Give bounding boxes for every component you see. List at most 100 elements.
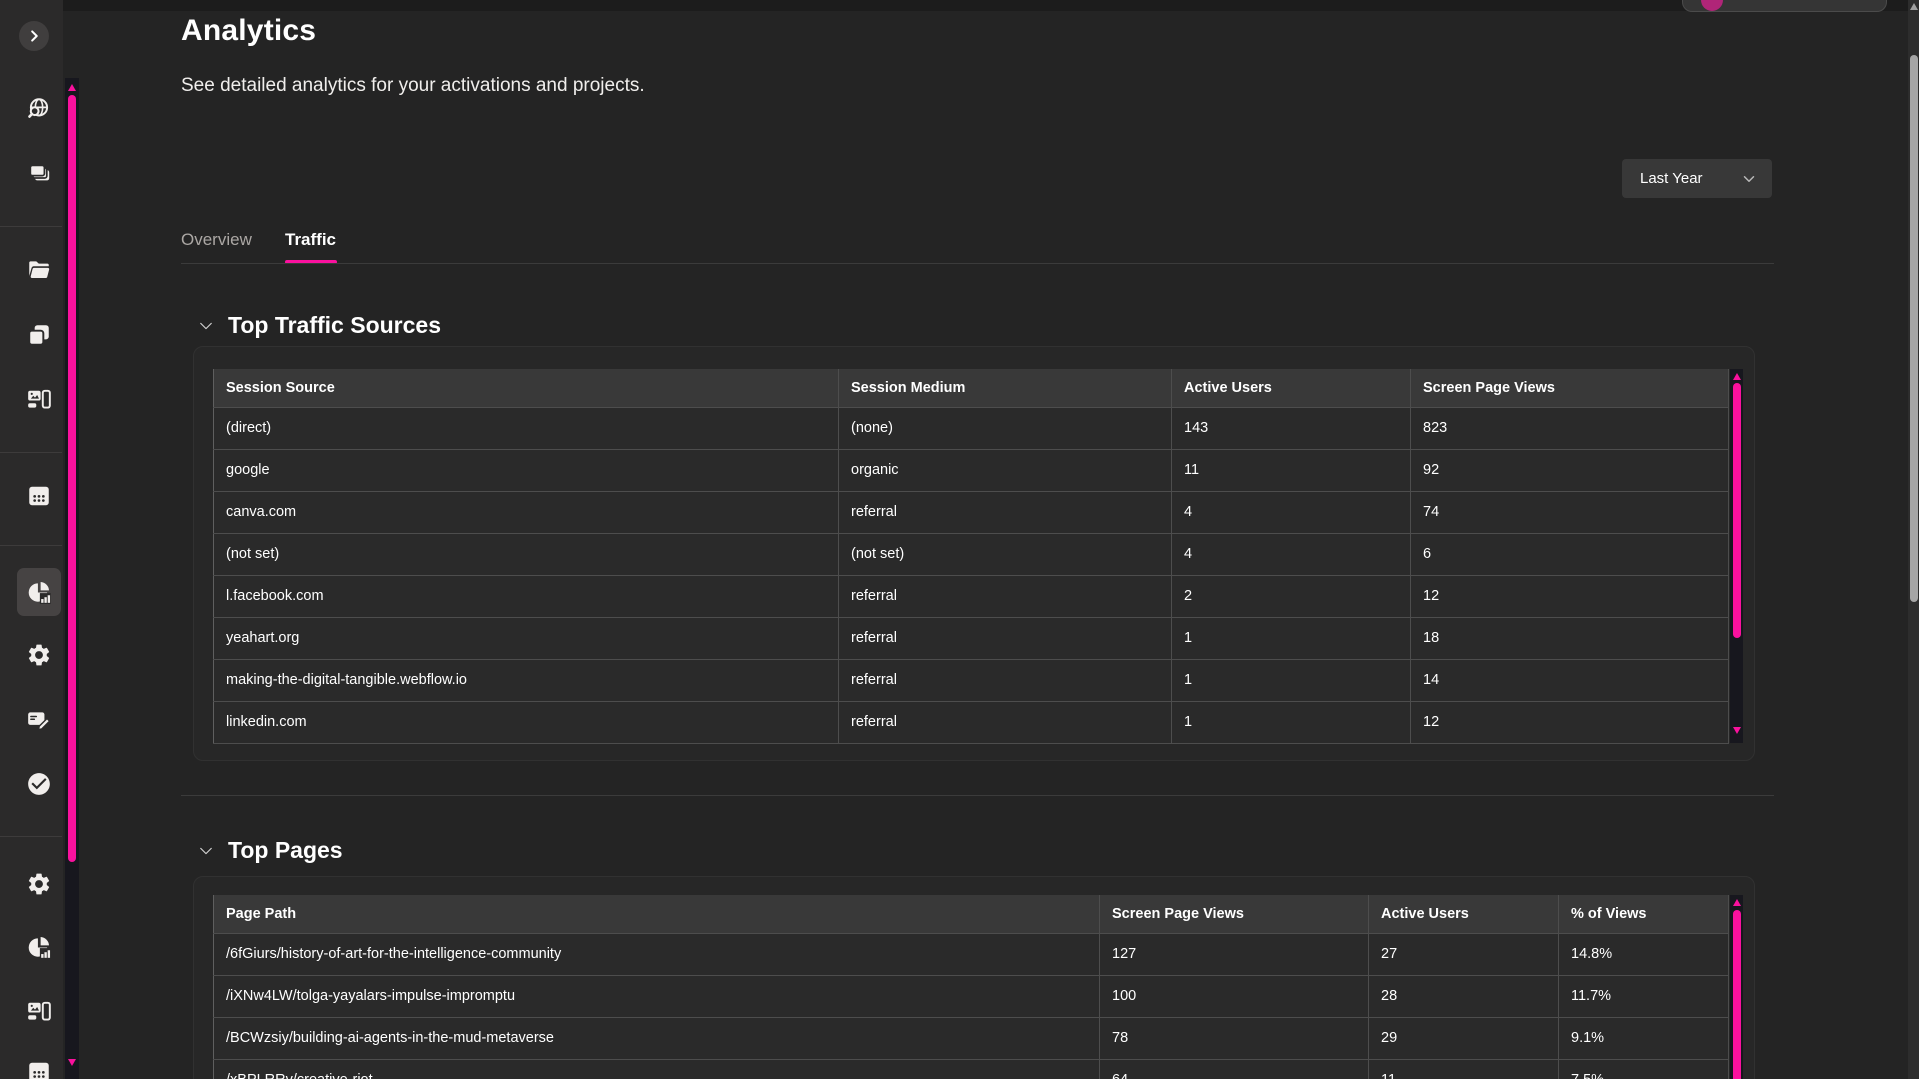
table-cell: 2 — [1172, 575, 1411, 617]
scroll-up-arrow-icon[interactable] — [1733, 373, 1741, 380]
table-cell: (direct) — [214, 407, 839, 449]
table-scrollbar-thumb[interactable] — [1733, 910, 1741, 1079]
sidebar-divider — [0, 452, 62, 453]
table-cell: referral — [839, 659, 1172, 701]
table-cell: 823 — [1411, 407, 1729, 449]
table-cell: 1 — [1172, 617, 1411, 659]
sidebar-scrollbar-thumb[interactable] — [68, 95, 76, 862]
table-cell: /xBPLRRv/creative-riot — [214, 1059, 1100, 1079]
scroll-down-arrow-icon[interactable] — [1733, 727, 1741, 734]
table-cell: 92 — [1411, 449, 1729, 491]
sidebar-item-copies[interactable] — [17, 311, 61, 359]
top-toolbar-fragment — [1682, 0, 1887, 12]
devices-icon — [26, 387, 52, 413]
date-range-select[interactable]: Last Year — [1622, 159, 1772, 198]
tab-traffic[interactable]: Traffic — [285, 230, 336, 250]
section-toggle-top-pages[interactable]: Top Pages — [197, 837, 343, 864]
table-cell: 29 — [1369, 1017, 1559, 1059]
folder-open-icon — [26, 257, 52, 283]
table-cell: 18 — [1411, 617, 1729, 659]
table-scrollbar[interactable] — [1730, 369, 1743, 743]
scroll-up-arrow-icon[interactable] — [1910, 3, 1918, 10]
table-cell: 12 — [1411, 575, 1729, 617]
column-header: Session Source — [214, 369, 839, 407]
sidebar-divider — [0, 226, 62, 227]
check-circle-icon — [26, 771, 52, 797]
section-divider — [181, 795, 1774, 796]
tab-overview[interactable]: Overview — [181, 230, 252, 250]
table-scrollbar-thumb[interactable] — [1733, 383, 1741, 638]
table-row: yeahart.orgreferral118 — [214, 617, 1729, 659]
table-cell: 4 — [1172, 533, 1411, 575]
window-scrollbar-thumb[interactable] — [1910, 55, 1918, 602]
table-cell: referral — [839, 617, 1172, 659]
table-cell: 28 — [1369, 975, 1559, 1017]
traffic-sources-card: Session SourceSession MediumActive Users… — [193, 346, 1755, 761]
table-cell: 14 — [1411, 659, 1729, 701]
sidebar-item-analytics[interactable] — [17, 568, 61, 616]
table-cell: 11 — [1172, 449, 1411, 491]
sidebar-item-settings-2[interactable] — [17, 860, 61, 908]
calendar-icon — [26, 483, 52, 509]
sidebar-item-approvals[interactable] — [17, 760, 61, 808]
table-cell: 11 — [1369, 1059, 1559, 1079]
window-top-strip — [0, 0, 1919, 11]
table-cell: 1 — [1172, 659, 1411, 701]
scroll-down-arrow-icon[interactable] — [68, 1059, 76, 1066]
table-cell: l.facebook.com — [214, 575, 839, 617]
table-row: canva.comreferral474 — [214, 491, 1729, 533]
scroll-up-arrow-icon[interactable] — [1733, 899, 1741, 906]
table-row: l.facebook.comreferral212 — [214, 575, 1729, 617]
sidebar-item-cards[interactable] — [17, 150, 61, 198]
table-row: (not set)(not set)46 — [214, 533, 1729, 575]
column-header: Session Medium — [839, 369, 1172, 407]
top-pages-table: Page PathScreen Page ViewsActive Users% … — [213, 895, 1729, 1079]
sidebar-divider — [0, 545, 62, 546]
table-row: /6fGiurs/history-of-art-for-the-intellig… — [214, 933, 1729, 975]
section-title: Top Pages — [228, 837, 343, 864]
avatar[interactable] — [1701, 0, 1723, 11]
card-edit-icon — [26, 707, 52, 733]
top-pages-card: Page PathScreen Page ViewsActive Users% … — [193, 876, 1755, 1079]
sidebar-item-devices[interactable] — [17, 376, 61, 424]
date-range-value: Last Year — [1640, 170, 1703, 187]
sidebar-divider — [0, 836, 62, 837]
table-cell: 127 — [1100, 933, 1369, 975]
sidebar-item-card-edit[interactable] — [17, 696, 61, 744]
app-window: Analytics See detailed analytics for you… — [0, 0, 1919, 1079]
table-cell: /iXNw4LW/tolga-yayalars-impulse-imprompt… — [214, 975, 1100, 1017]
sidebar-item-settings[interactable] — [17, 631, 61, 679]
table-cell: 7.5% — [1559, 1059, 1729, 1079]
table-cell: referral — [839, 575, 1172, 617]
table-cell: /6fGiurs/history-of-art-for-the-intellig… — [214, 933, 1100, 975]
table-cell: 11.7% — [1559, 975, 1729, 1017]
table-cell: 12 — [1411, 701, 1729, 743]
devices-icon — [26, 999, 52, 1025]
copy-icon — [26, 322, 52, 348]
sidebar-item-calendar-2[interactable] — [17, 1048, 61, 1079]
sidebar-scrollbar[interactable] — [65, 78, 79, 1079]
table-header-row: Page PathScreen Page ViewsActive Users% … — [214, 895, 1729, 933]
sidebar-item-analytics-2[interactable] — [17, 923, 61, 971]
section-toggle-traffic-sources[interactable]: Top Traffic Sources — [197, 312, 441, 339]
table-cell: 74 — [1411, 491, 1729, 533]
sidebar-item-projects[interactable] — [17, 246, 61, 294]
column-header: Active Users — [1172, 369, 1411, 407]
table-row: /iXNw4LW/tolga-yayalars-impulse-imprompt… — [214, 975, 1729, 1017]
web-search-icon — [26, 96, 52, 122]
sidebar-item-devices-2[interactable] — [17, 988, 61, 1036]
table-cell: /BCWzsiy/building-ai-agents-in-the-mud-m… — [214, 1017, 1100, 1059]
scroll-up-arrow-icon[interactable] — [68, 84, 76, 91]
traffic-sources-table: Session SourceSession MediumActive Users… — [213, 369, 1729, 744]
table-row: linkedin.comreferral112 — [214, 701, 1729, 743]
table-cell: 6 — [1411, 533, 1729, 575]
table-scrollbar[interactable] — [1730, 895, 1743, 1079]
window-scrollbar[interactable] — [1908, 0, 1919, 1079]
sidebar-item-calendar[interactable] — [17, 472, 61, 520]
calendar-icon — [26, 1059, 52, 1079]
sidebar-item-web-search[interactable] — [17, 85, 61, 133]
table-row: making-the-digital-tangible.webflow.iore… — [214, 659, 1729, 701]
sidebar-expand-button[interactable] — [19, 21, 49, 51]
table-row: googleorganic1192 — [214, 449, 1729, 491]
table-cell: (none) — [839, 407, 1172, 449]
